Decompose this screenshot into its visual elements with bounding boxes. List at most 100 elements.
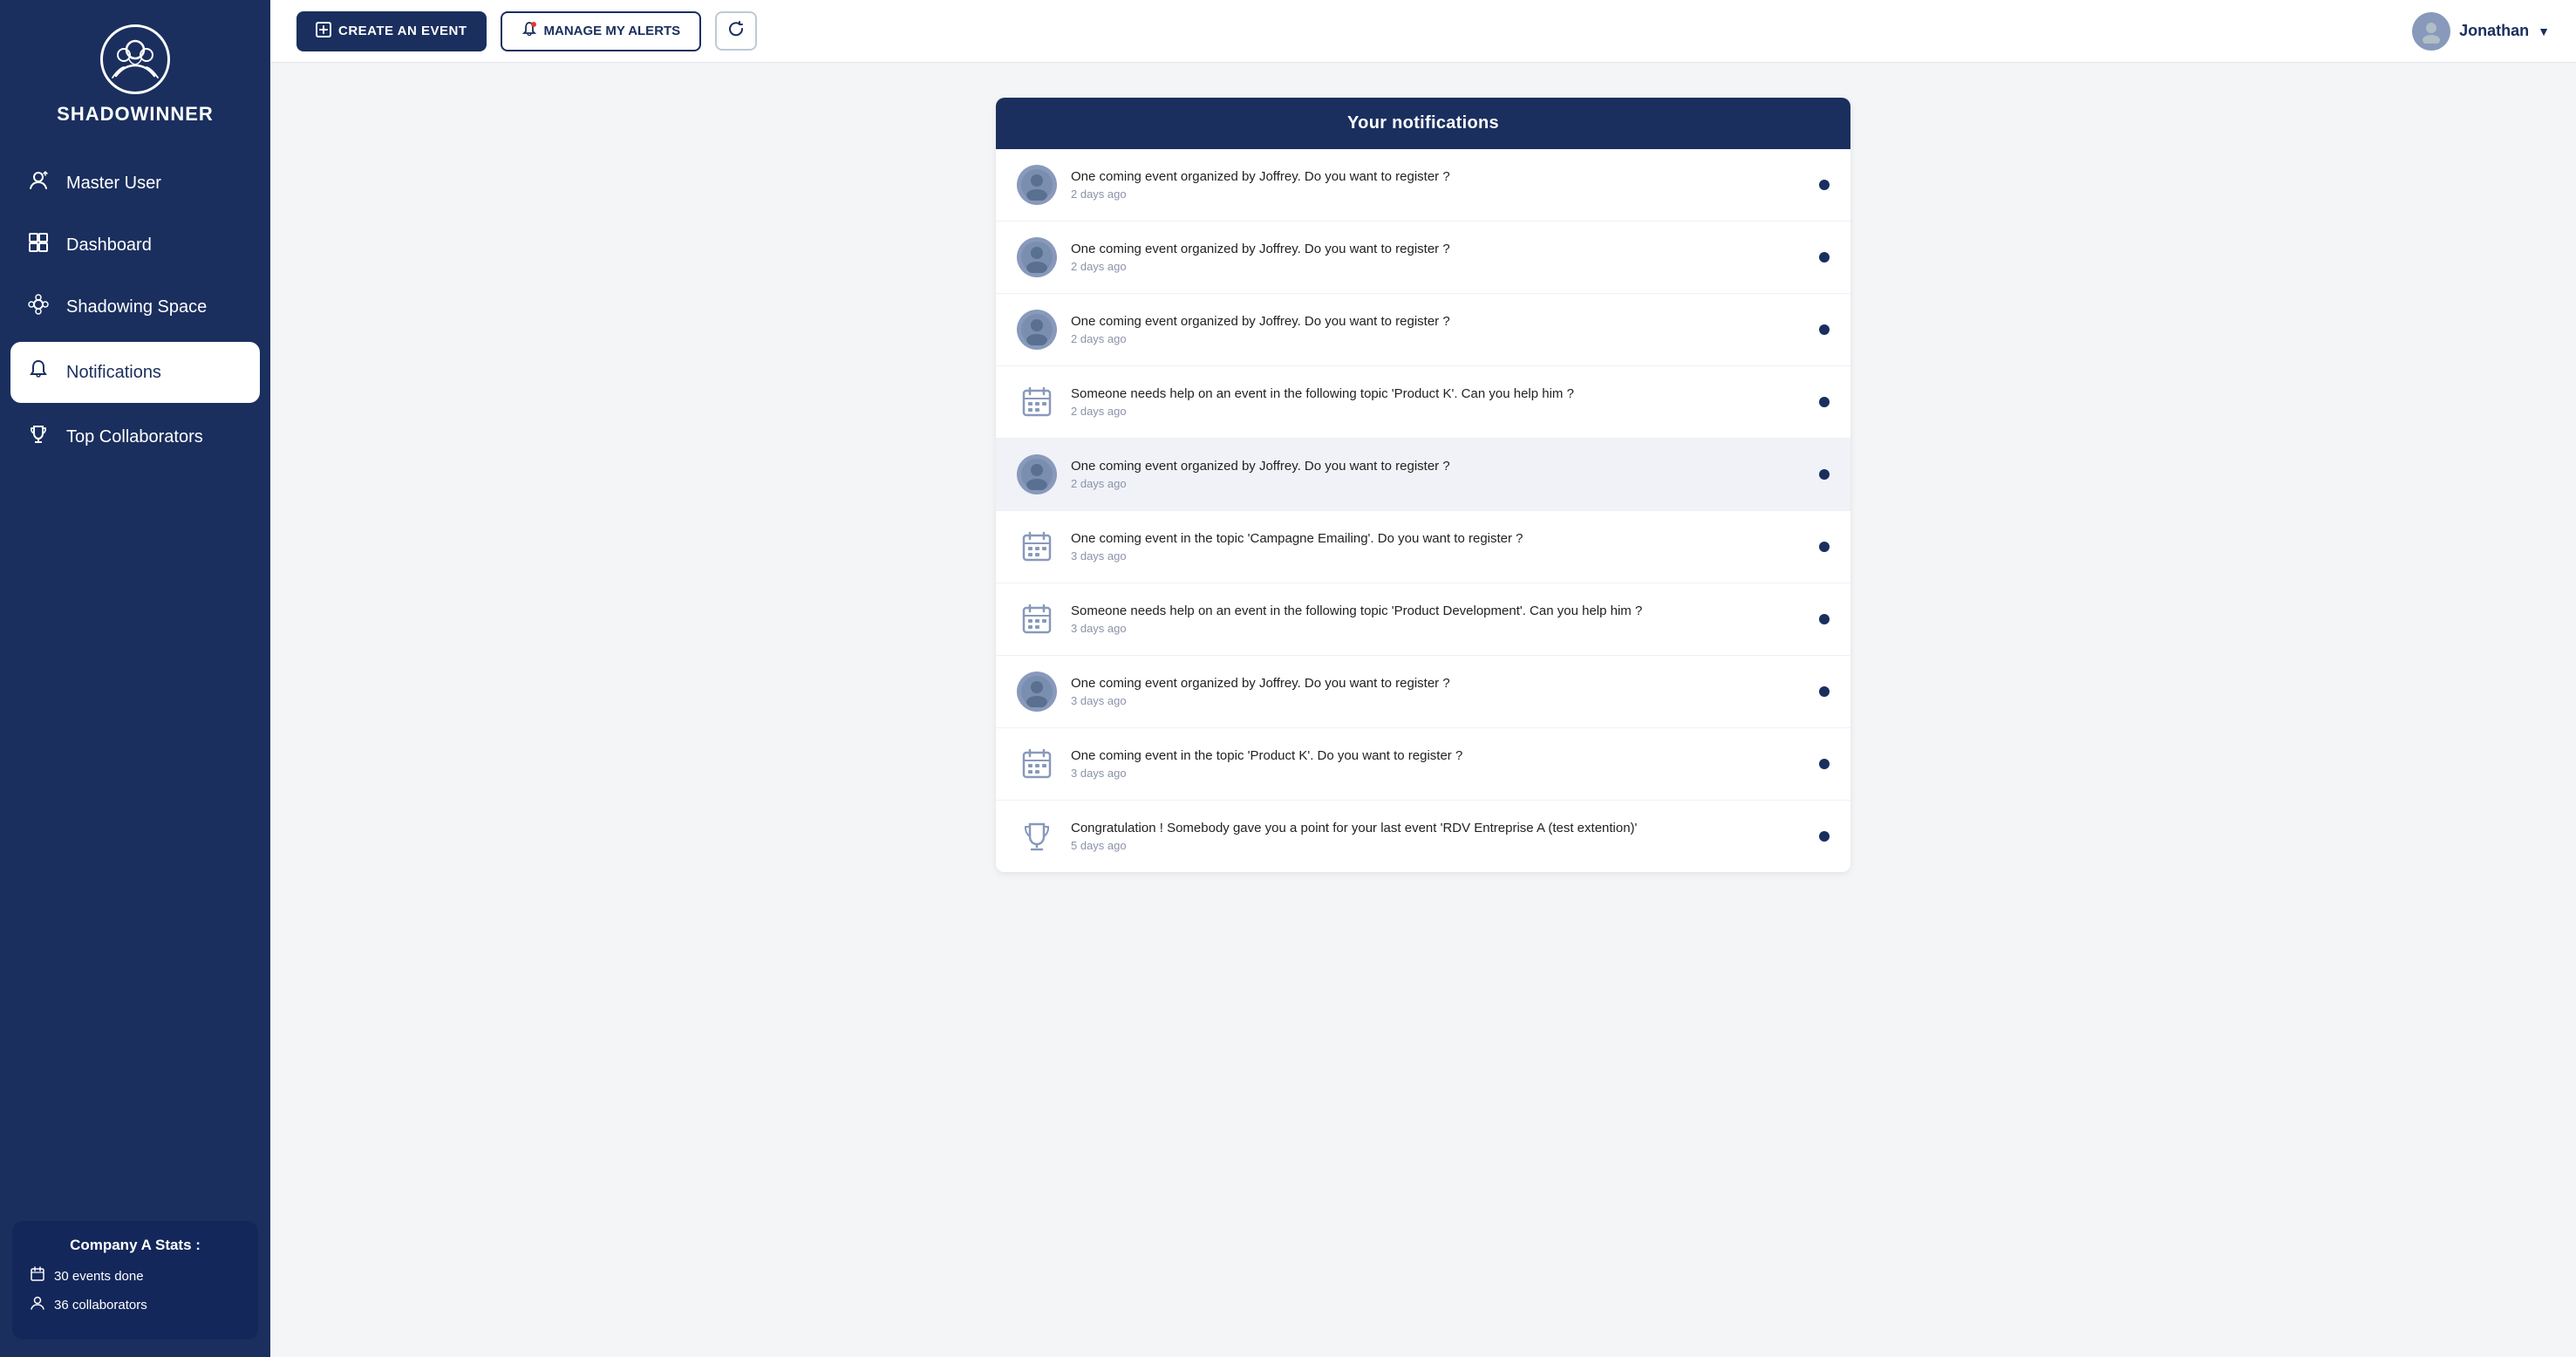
stats-events-row: 30 events done — [30, 1266, 241, 1286]
notif-time-3: 2 days ago — [1071, 332, 1805, 345]
notif-content-3: One coming event organized by Joffrey. D… — [1071, 314, 1805, 345]
notif-dot-7 — [1819, 614, 1830, 624]
stats-title: Company A Stats : — [30, 1237, 241, 1254]
notif-content-10: Congratulation ! Somebody gave you a poi… — [1071, 821, 1805, 852]
stats-collaborators-row: 36 collaborators — [30, 1295, 241, 1315]
sidebar-item-top-collaborators[interactable]: Top Collaborators — [0, 406, 270, 467]
notif-text-10: Congratulation ! Somebody gave you a poi… — [1071, 821, 1805, 835]
sidebar-item-label-notifications: Notifications — [66, 363, 161, 383]
notif-text-8: One coming event organized by Joffrey. D… — [1071, 676, 1805, 691]
notif-dot-3 — [1819, 324, 1830, 335]
sidebar-item-label-dashboard: Dashboard — [66, 235, 152, 256]
notification-item-2[interactable]: One coming event organized by Joffrey. D… — [996, 222, 1850, 294]
notification-item-3[interactable]: One coming event organized by Joffrey. D… — [996, 294, 1850, 366]
notification-item-10[interactable]: Congratulation ! Somebody gave you a poi… — [996, 801, 1850, 872]
notif-text-5: One coming event organized by Joffrey. D… — [1071, 459, 1805, 474]
notification-item-6[interactable]: One coming event in the topic 'Campagne … — [996, 511, 1850, 583]
notif-time-1: 2 days ago — [1071, 188, 1805, 201]
create-event-label: CREATE AN EVENT — [338, 24, 467, 38]
notif-text-7: Someone needs help on an event in the fo… — [1071, 603, 1805, 618]
notif-time-6: 3 days ago — [1071, 549, 1805, 563]
sidebar-item-notifications[interactable]: Notifications — [10, 342, 260, 403]
notif-content-8: One coming event organized by Joffrey. D… — [1071, 676, 1805, 707]
sidebar-item-dashboard[interactable]: Dashboard — [0, 215, 270, 276]
stats-calendar-icon — [30, 1266, 45, 1286]
notif-content-9: One coming event in the topic 'Product K… — [1071, 748, 1805, 780]
sidebar-nav: Master User Dashboard — [0, 143, 270, 1212]
notification-item-9[interactable]: One coming event in the topic 'Product K… — [996, 728, 1850, 801]
topbar-left: CREATE AN EVENT MANAGE MY ALERTS — [296, 11, 757, 51]
notif-text-3: One coming event organized by Joffrey. D… — [1071, 314, 1805, 329]
create-icon — [316, 22, 331, 41]
sidebar-item-label-top-collaborators: Top Collaborators — [66, 427, 203, 447]
notif-content-1: One coming event organized by Joffrey. D… — [1071, 169, 1805, 201]
notif-content-5: One coming event organized by Joffrey. D… — [1071, 459, 1805, 490]
logo-svg — [112, 36, 159, 83]
refresh-icon — [727, 20, 745, 42]
notification-item-7[interactable]: Someone needs help on an event in the fo… — [996, 583, 1850, 656]
dashboard-icon — [26, 232, 51, 258]
notif-avatar-2 — [1017, 237, 1057, 277]
notifications-panel: Your notifications One coming event orga… — [996, 98, 1850, 872]
notification-item-8[interactable]: One coming event organized by Joffrey. D… — [996, 656, 1850, 728]
notif-time-5: 2 days ago — [1071, 477, 1805, 490]
notif-calendar-icon-6 — [1017, 527, 1057, 567]
alerts-bell-icon — [521, 22, 537, 41]
stats-events-label: 30 events done — [54, 1269, 144, 1284]
content-area: Your notifications One coming event orga… — [270, 63, 2576, 1357]
notif-content-7: Someone needs help on an event in the fo… — [1071, 603, 1805, 635]
topbar-user[interactable]: Jonathan ▼ — [2412, 12, 2550, 51]
manage-alerts-button[interactable]: MANAGE MY ALERTS — [501, 11, 702, 51]
main-area: CREATE AN EVENT MANAGE MY ALERTS — [270, 0, 2576, 1357]
notif-avatar-8 — [1017, 672, 1057, 712]
sidebar-stats: Company A Stats : 30 events done 36 coll… — [12, 1221, 258, 1340]
topbar-username: Jonathan — [2459, 22, 2529, 40]
notification-item-1[interactable]: One coming event organized by Joffrey. D… — [996, 149, 1850, 222]
sidebar-item-label-master-user: Master User — [66, 174, 161, 194]
notifications-header: Your notifications — [996, 98, 1850, 149]
shadowing-icon — [26, 293, 51, 321]
sidebar-logo: SHADOWINNER — [0, 0, 270, 143]
notif-dot-6 — [1819, 542, 1830, 552]
notif-text-1: One coming event organized by Joffrey. D… — [1071, 169, 1805, 184]
notif-time-10: 5 days ago — [1071, 839, 1805, 852]
sidebar-item-label-shadowing-space: Shadowing Space — [66, 297, 207, 317]
notif-avatar-1 — [1017, 165, 1057, 205]
notif-dot-5 — [1819, 469, 1830, 480]
logo-icon — [100, 24, 170, 94]
stats-collaborators-icon — [30, 1295, 45, 1315]
notif-time-2: 2 days ago — [1071, 260, 1805, 273]
notif-text-9: One coming event in the topic 'Product K… — [1071, 748, 1805, 763]
notif-dot-2 — [1819, 252, 1830, 263]
notif-time-8: 3 days ago — [1071, 694, 1805, 707]
notif-dot-8 — [1819, 686, 1830, 697]
topbar: CREATE AN EVENT MANAGE MY ALERTS — [270, 0, 2576, 63]
notif-calendar-icon-4 — [1017, 382, 1057, 422]
sidebar: SHADOWINNER Master User — [0, 0, 270, 1357]
notification-item-4[interactable]: Someone needs help on an event in the fo… — [996, 366, 1850, 439]
notif-content-6: One coming event in the topic 'Campagne … — [1071, 531, 1805, 563]
notifications-list: One coming event organized by Joffrey. D… — [996, 149, 1850, 872]
notif-time-4: 2 days ago — [1071, 405, 1805, 418]
notif-avatar-5 — [1017, 454, 1057, 494]
notif-trophy-icon-10 — [1017, 816, 1057, 856]
refresh-button[interactable] — [715, 11, 757, 51]
sidebar-item-master-user[interactable]: Master User — [0, 152, 270, 215]
sidebar-item-shadowing-space[interactable]: Shadowing Space — [0, 276, 270, 338]
user-avatar — [2412, 12, 2450, 51]
notif-avatar-3 — [1017, 310, 1057, 350]
notification-bell-icon — [26, 359, 51, 385]
notif-content-2: One coming event organized by Joffrey. D… — [1071, 242, 1805, 273]
master-user-icon — [26, 169, 51, 197]
notif-dot-1 — [1819, 180, 1830, 190]
chevron-down-icon: ▼ — [2538, 24, 2550, 38]
stats-collaborators-label: 36 collaborators — [54, 1298, 147, 1313]
notif-time-9: 3 days ago — [1071, 767, 1805, 780]
notif-dot-10 — [1819, 831, 1830, 842]
create-event-button[interactable]: CREATE AN EVENT — [296, 11, 487, 51]
notification-item-5[interactable]: One coming event organized by Joffrey. D… — [996, 439, 1850, 511]
sidebar-brand: SHADOWINNER — [57, 103, 214, 126]
notif-time-7: 3 days ago — [1071, 622, 1805, 635]
notif-content-4: Someone needs help on an event in the fo… — [1071, 386, 1805, 418]
notif-calendar-icon-9 — [1017, 744, 1057, 784]
